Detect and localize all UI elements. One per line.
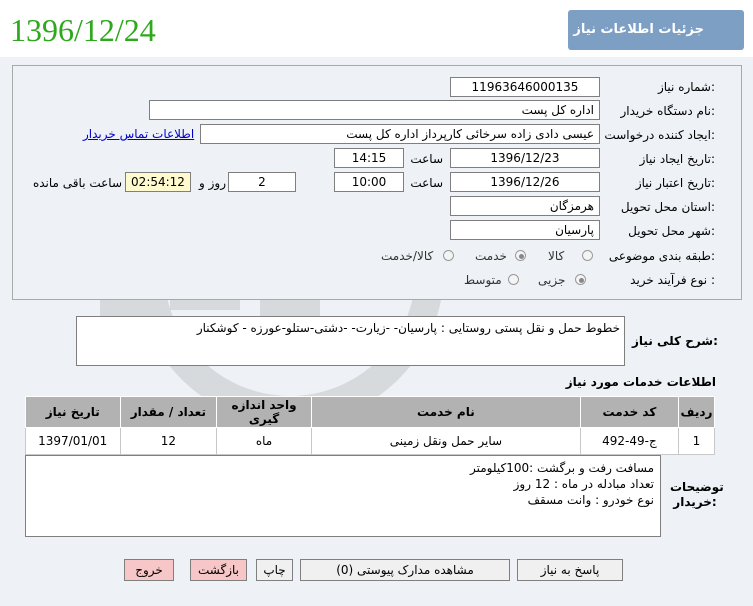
cell-service-code: ج-49-492: [579, 427, 679, 455]
created-time-label: ساعت: [410, 152, 443, 166]
category-option-goods: کالا: [548, 249, 565, 263]
province-label: استان محل تحویل:: [620, 200, 715, 214]
remaining-time-label: ساعت باقی مانده: [32, 176, 122, 190]
notes-textarea[interactable]: مسافت رفت و برگشت :100کیلومتر تعداد مباد…: [25, 455, 661, 537]
buyer-org-value: اداره کل پست: [149, 100, 600, 120]
print-button[interactable]: چاپ: [256, 559, 293, 581]
requester-label: ایجاد کننده درخواست:: [604, 128, 715, 142]
buyer-contact-link[interactable]: اطلاعات تماس خریدار: [83, 127, 194, 141]
purchase-radio-minor[interactable]: [575, 274, 586, 285]
col-service-code: کد خدمت: [579, 396, 679, 428]
col-row: ردیف: [677, 396, 716, 428]
title-bar: جزئیات اطلاعات نیاز: [568, 10, 744, 50]
remaining-days-value: 2: [228, 172, 296, 192]
requester-value: عیسی دادی زاده سرخائی کارپرداز اداره کل …: [200, 124, 600, 144]
table-row: 1397/01/01 12 ماه سایر حمل ونقل زمینی ج-…: [25, 427, 716, 455]
validity-date-value: 1396/12/26: [450, 172, 600, 192]
services-table: تاریخ نیاز تعداد / مقدار واحد اندازه گیر…: [25, 396, 716, 455]
category-option-service: خدمت: [475, 249, 507, 263]
buyer-org-label: نام دستگاه خریدار:: [620, 104, 716, 118]
summary-textarea[interactable]: خطوط حمل و نقل پستی روستایی : پارسیان- -…: [76, 316, 625, 366]
notes-label: توضیحات خریدار:: [670, 480, 724, 509]
cell-row: 1: [677, 427, 716, 455]
cell-unit: ماه: [216, 427, 312, 455]
purchase-option-medium: متوسط: [464, 273, 502, 287]
city-label: شهر محل تحویل:: [628, 224, 715, 238]
purchase-option-minor: جزیی: [538, 273, 566, 287]
purchase-radio-medium[interactable]: [508, 274, 519, 285]
col-quantity: تعداد / مقدار: [119, 396, 218, 428]
col-need-date: تاریخ نیاز: [25, 396, 121, 428]
col-service-name: نام خدمت: [310, 396, 581, 428]
exit-button[interactable]: خروج: [124, 559, 174, 581]
validity-time-label: ساعت: [410, 176, 443, 190]
page-title: جزئیات اطلاعات نیاز: [573, 22, 704, 37]
services-section-title: اطلاعات خدمات مورد نیاز: [565, 375, 716, 389]
cell-need-date: 1397/01/01: [25, 427, 121, 455]
col-unit: واحد اندازه گیری: [216, 396, 312, 428]
notes-line: نوع خودرو : وانت مسقف: [527, 493, 654, 507]
services-table-header: تاریخ نیاز تعداد / مقدار واحد اندازه گیر…: [25, 396, 716, 428]
created-time-value: 14:15: [334, 148, 404, 168]
created-date-label: تاریخ ایجاد نیاز:: [639, 152, 715, 166]
reply-button[interactable]: پاسخ به نیاز: [517, 559, 623, 581]
view-attachments-button[interactable]: مشاهده مدارک پیوستی (0): [300, 559, 510, 581]
category-radio-goods[interactable]: [582, 250, 593, 261]
cell-service-name: سایر حمل ونقل زمینی: [310, 427, 581, 455]
need-number-value: 11963646000135: [450, 77, 600, 97]
remaining-time-value: 02:54:12: [125, 172, 191, 192]
created-date-value: 1396/12/23: [450, 148, 600, 168]
purchase-type-label: نوع فرآیند خرید :: [630, 273, 715, 287]
category-radio-goods-service[interactable]: [443, 250, 454, 261]
city-value: پارسیان: [450, 220, 600, 240]
need-number-label: شماره نیاز:: [657, 80, 715, 94]
cell-quantity: 12: [119, 427, 218, 455]
back-button[interactable]: بازگشت: [190, 559, 247, 581]
summary-label: شرح کلی نیاز:: [632, 334, 718, 348]
validity-time-value: 10:00: [334, 172, 404, 192]
validity-date-label: تاریخ اعتبار نیاز:: [635, 176, 715, 190]
header-date: 1396/12/24: [10, 12, 156, 48]
notes-line: مسافت رفت و برگشت :100کیلومتر: [470, 461, 654, 475]
category-label: طبقه بندی موضوعی:: [608, 249, 715, 263]
category-radio-service[interactable]: [515, 250, 526, 261]
summary-text: خطوط حمل و نقل پستی روستایی : پارسیان- -…: [196, 321, 620, 335]
province-value: هرمزگان: [450, 196, 600, 216]
remaining-days-label: روز و: [199, 176, 226, 190]
category-option-goods-service: کالا/خدمت: [381, 249, 434, 263]
notes-line: تعداد مبادله در ماه : 12 روز: [513, 477, 654, 491]
